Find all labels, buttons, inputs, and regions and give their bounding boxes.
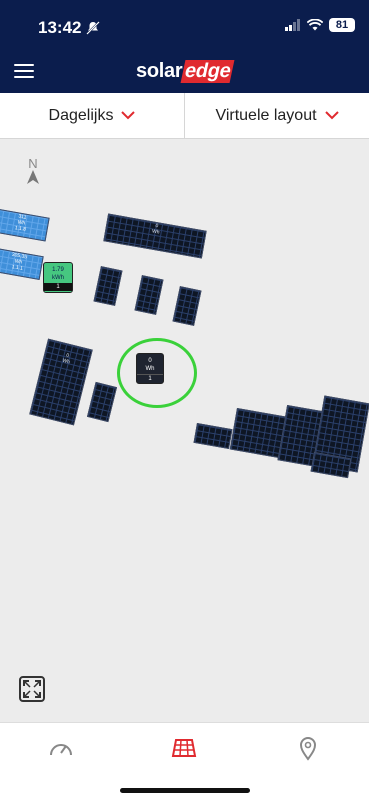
view-dropdown[interactable]: Virtuele layout bbox=[184, 93, 369, 138]
battery-indicator: 81 bbox=[329, 18, 355, 32]
layout-tab[interactable] bbox=[171, 737, 197, 764]
fullscreen-icon bbox=[23, 680, 41, 698]
expand-button[interactable] bbox=[19, 676, 45, 702]
compass: N bbox=[25, 156, 41, 190]
signal-icon bbox=[285, 19, 300, 31]
top-bar: 13:42 81 solar edge bbox=[0, 0, 369, 93]
solaredge-logo: solar edge bbox=[136, 60, 236, 83]
period-label: Dagelijks bbox=[48, 106, 114, 124]
map-pin-icon bbox=[299, 737, 317, 761]
chevron-down-icon bbox=[121, 111, 136, 120]
status-icons: 81 bbox=[285, 18, 355, 32]
speedometer-icon bbox=[50, 744, 72, 756]
wifi-icon bbox=[307, 19, 323, 31]
view-selectors: Dagelijks Virtuele layout bbox=[0, 93, 369, 139]
solar-panel-group[interactable] bbox=[229, 407, 287, 459]
view-label: Virtuele layout bbox=[215, 106, 317, 124]
inverter-dark[interactable]: 0 Wh 1 bbox=[136, 353, 164, 384]
silent-bell-icon bbox=[86, 21, 100, 40]
inverter-green[interactable]: 1.79 kWh 1 bbox=[43, 262, 73, 293]
home-indicator bbox=[120, 788, 250, 793]
location-tab[interactable] bbox=[298, 737, 318, 766]
north-arrow-icon bbox=[27, 170, 39, 184]
period-dropdown[interactable]: Dagelijks bbox=[0, 93, 184, 138]
solar-grid-icon bbox=[171, 739, 197, 757]
chevron-down-icon bbox=[324, 111, 339, 120]
hamburger-menu-icon[interactable] bbox=[14, 64, 34, 80]
status-time: 13:42 bbox=[38, 18, 82, 37]
dashboard-tab[interactable] bbox=[48, 737, 74, 764]
